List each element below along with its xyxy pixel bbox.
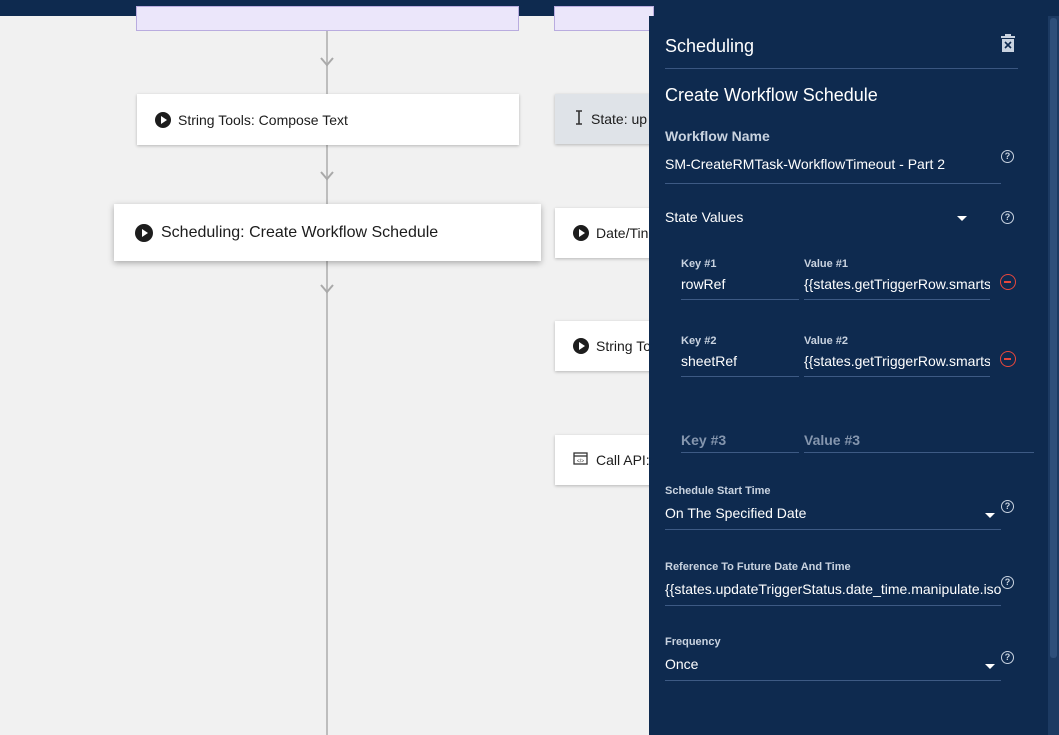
trash-icon[interactable]	[1000, 34, 1016, 52]
future-ref-field[interactable]: {{states.updateTriggerStatus.date_time.m…	[665, 581, 1001, 597]
value-3-field[interactable]: Value #3	[804, 432, 860, 448]
step-card-date-time[interactable]: Date/Tin	[555, 208, 655, 258]
step-card-compose-text[interactable]: String Tools: Compose Text	[137, 94, 519, 145]
step-card-string-tools[interactable]: String To	[555, 321, 655, 371]
value-1-label: Value #1	[804, 258, 849, 270]
key-3-underline	[681, 452, 799, 453]
workflow-name-label: Workflow Name	[665, 128, 770, 144]
workflow-step-card-top-left[interactable]	[136, 6, 519, 31]
play-icon	[135, 223, 153, 242]
state-values-label: State Values	[665, 209, 744, 225]
future-ref-underline	[665, 605, 1001, 606]
step-card-label: Call API:	[596, 452, 650, 468]
play-icon	[155, 111, 171, 128]
panel-subtitle: Create Workflow Schedule	[665, 85, 878, 105]
arrow-down-icon	[320, 171, 334, 183]
schedule-start-select[interactable]: On The Specified Date	[665, 505, 965, 521]
help-icon[interactable]: ?	[1001, 576, 1014, 589]
future-ref-label: Reference To Future Date And Time	[665, 561, 851, 573]
value-2-field[interactable]: {{states.getTriggerRow.smartsheet	[804, 353, 990, 369]
workflow-step-card-top-right[interactable]	[554, 6, 654, 31]
remove-row-icon[interactable]	[1000, 274, 1016, 290]
play-icon	[573, 225, 589, 241]
cursor-icon	[575, 110, 583, 128]
help-icon[interactable]: ?	[1001, 651, 1014, 664]
remove-row-icon[interactable]	[1000, 351, 1016, 367]
play-icon	[573, 338, 589, 354]
workflow-name-field[interactable]: SM-CreateRMTask-WorkflowTimeout - Part 2	[665, 156, 1001, 172]
settings-panel: Scheduling Create Workflow Schedule Work…	[649, 16, 1048, 735]
schedule-start-underline	[665, 529, 1001, 530]
key-2-label: Key #2	[681, 335, 717, 347]
workflow-name-underline	[665, 183, 1001, 184]
value-1-underline	[804, 299, 990, 300]
frequency-label: Frequency	[665, 636, 721, 648]
chevron-down-icon[interactable]	[985, 513, 995, 518]
step-card-call-api[interactable]: </> Call API:	[555, 435, 655, 485]
step-card-state-update[interactable]: State: up	[555, 94, 655, 144]
key-3-field[interactable]: Key #3	[681, 432, 726, 448]
arrow-down-icon	[320, 57, 334, 69]
step-card-label: Scheduling: Create Workflow Schedule	[161, 223, 439, 241]
step-card-label: State: up	[591, 111, 648, 127]
panel-divider	[665, 68, 1018, 69]
key-1-label: Key #1	[681, 258, 717, 270]
step-card-label: Date/Tin	[596, 225, 649, 241]
value-1-field[interactable]: {{states.getTriggerRow.smartsheet	[804, 276, 990, 292]
help-icon[interactable]: ?	[1001, 150, 1014, 163]
step-card-label: String To	[596, 338, 651, 354]
key-1-field[interactable]: rowRef	[681, 276, 799, 292]
key-2-underline	[681, 376, 799, 377]
arrow-down-icon	[320, 284, 334, 296]
key-1-underline	[681, 299, 799, 300]
step-card-label: String Tools: Compose Text	[178, 111, 348, 128]
step-card-create-schedule[interactable]: Scheduling: Create Workflow Schedule	[114, 204, 541, 261]
value-2-underline	[804, 376, 990, 377]
help-icon[interactable]: ?	[1001, 500, 1014, 513]
scrollbar-thumb[interactable]	[1050, 18, 1057, 658]
frequency-underline	[665, 680, 1001, 681]
key-2-field[interactable]: sheetRef	[681, 353, 799, 369]
value-3-underline	[804, 452, 1034, 453]
code-window-icon: </>	[573, 452, 588, 468]
value-2-label: Value #2	[804, 335, 849, 347]
help-icon[interactable]: ?	[1001, 211, 1014, 224]
panel-title: Scheduling	[665, 36, 755, 56]
chevron-down-icon[interactable]	[985, 664, 995, 669]
svg-text:</>: </>	[577, 459, 584, 465]
schedule-start-label: Schedule Start Time	[665, 485, 771, 497]
chevron-down-icon[interactable]	[957, 216, 967, 221]
frequency-select[interactable]: Once	[665, 656, 965, 672]
panel-scrollbar[interactable]	[1048, 16, 1059, 735]
